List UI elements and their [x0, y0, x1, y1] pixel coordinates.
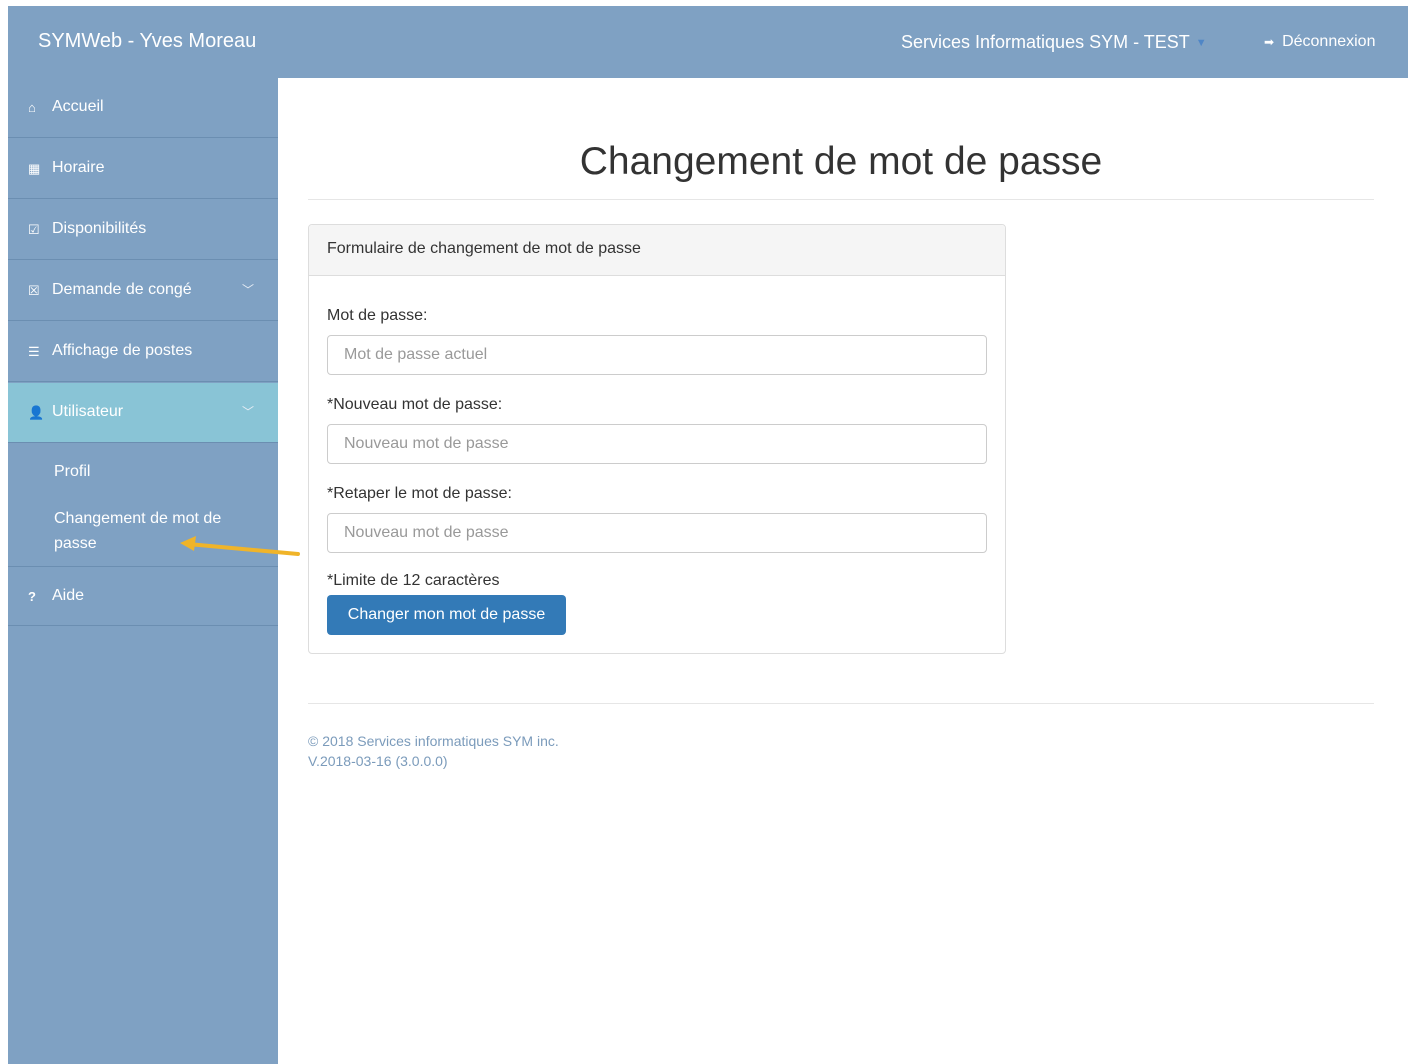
logout-icon: ➡ [1264, 35, 1275, 49]
sidebar-item-label: Utilisateur [52, 403, 124, 420]
calendar-icon: ▦ [28, 161, 41, 176]
sidebar-item-disponibilites[interactable]: ☑ Disponibilités [8, 200, 278, 260]
change-password-button[interactable]: Changer mon mot de passe [327, 595, 566, 635]
footer-divider [308, 703, 1374, 704]
annotation-arrow [180, 536, 300, 556]
list-icon: ☰ [28, 344, 40, 359]
password-form-panel: Formulaire de changement de mot de passe… [308, 224, 1006, 654]
calendar-check-icon: ☑ [28, 222, 40, 237]
app-brand[interactable]: SYMWeb - Yves Moreau [38, 30, 256, 53]
title-divider [308, 199, 1374, 200]
panel-title: Formulaire de changement de mot de passe [327, 240, 641, 257]
sidebar-item-affichage-postes[interactable]: ☰ Affichage de postes [8, 322, 278, 382]
sidebar-item-utilisateur[interactable]: 👤 Utilisateur ﹀ [8, 383, 278, 443]
user-icon: 👤 [28, 405, 45, 420]
sidebar-item-label: Demande de congé [52, 281, 192, 298]
company-label: Services Informatiques SYM - TEST [901, 32, 1190, 52]
sidebar-item-accueil[interactable]: ⌂ Accueil [8, 78, 278, 138]
footer: © 2018 Services informatiques SYM inc. V… [308, 731, 559, 771]
calendar-x-icon: ☒ [28, 283, 40, 298]
caret-down-icon: ▼ [1195, 37, 1207, 49]
sidebar-item-label: Aide [52, 587, 85, 604]
chevron-down-icon: ﹀ [242, 405, 255, 419]
sidebar: ⌂ Accueil ▦ Horaire ☑ Disponibilités ☒ D… [8, 78, 278, 1064]
sidebar-item-label: Accueil [52, 98, 104, 115]
company-dropdown[interactable]: Services Informatiques SYM - TEST ▼ [901, 32, 1207, 53]
current-password-input[interactable] [327, 335, 987, 375]
logout-label: Déconnexion [1282, 33, 1376, 50]
new-password-input[interactable] [327, 424, 987, 464]
sidebar-item-horaire[interactable]: ▦ Horaire [8, 139, 278, 199]
panel-heading: Formulaire de changement de mot de passe [309, 225, 1005, 276]
footer-copyright: © 2018 Services informatiques SYM inc. [308, 733, 559, 749]
sidebar-item-label: Affichage de postes [52, 342, 193, 359]
page-title: Changement de mot de passe [579, 140, 1103, 183]
sidebar-subitem-profil[interactable]: Profil [54, 459, 254, 484]
chevron-down-icon: ﹀ [242, 283, 255, 297]
character-limit-note: *Limite de 12 caractères [327, 572, 500, 589]
confirm-password-label: *Retaper le mot de passe: [327, 485, 512, 502]
sidebar-item-label: Horaire [52, 159, 105, 176]
question-icon: ? [28, 589, 36, 604]
sidebar-item-aide[interactable]: ? Aide [8, 566, 278, 626]
logout-link[interactable]: ➡ Déconnexion [1264, 33, 1375, 51]
sidebar-item-label: Disponibilités [52, 220, 147, 237]
new-password-label: *Nouveau mot de passe: [327, 396, 503, 413]
footer-version: V.2018-03-16 (3.0.0.0) [308, 753, 448, 769]
top-navbar: SYMWeb - Yves Moreau Services Informatiq… [8, 6, 1408, 78]
current-password-label: Mot de passe: [327, 307, 428, 324]
home-icon: ⌂ [28, 100, 36, 115]
sidebar-item-demande-conge[interactable]: ☒ Demande de congé ﹀ [8, 261, 278, 321]
app-frame: SYMWeb - Yves Moreau Services Informatiq… [8, 6, 1408, 1064]
confirm-password-input[interactable] [327, 513, 987, 553]
